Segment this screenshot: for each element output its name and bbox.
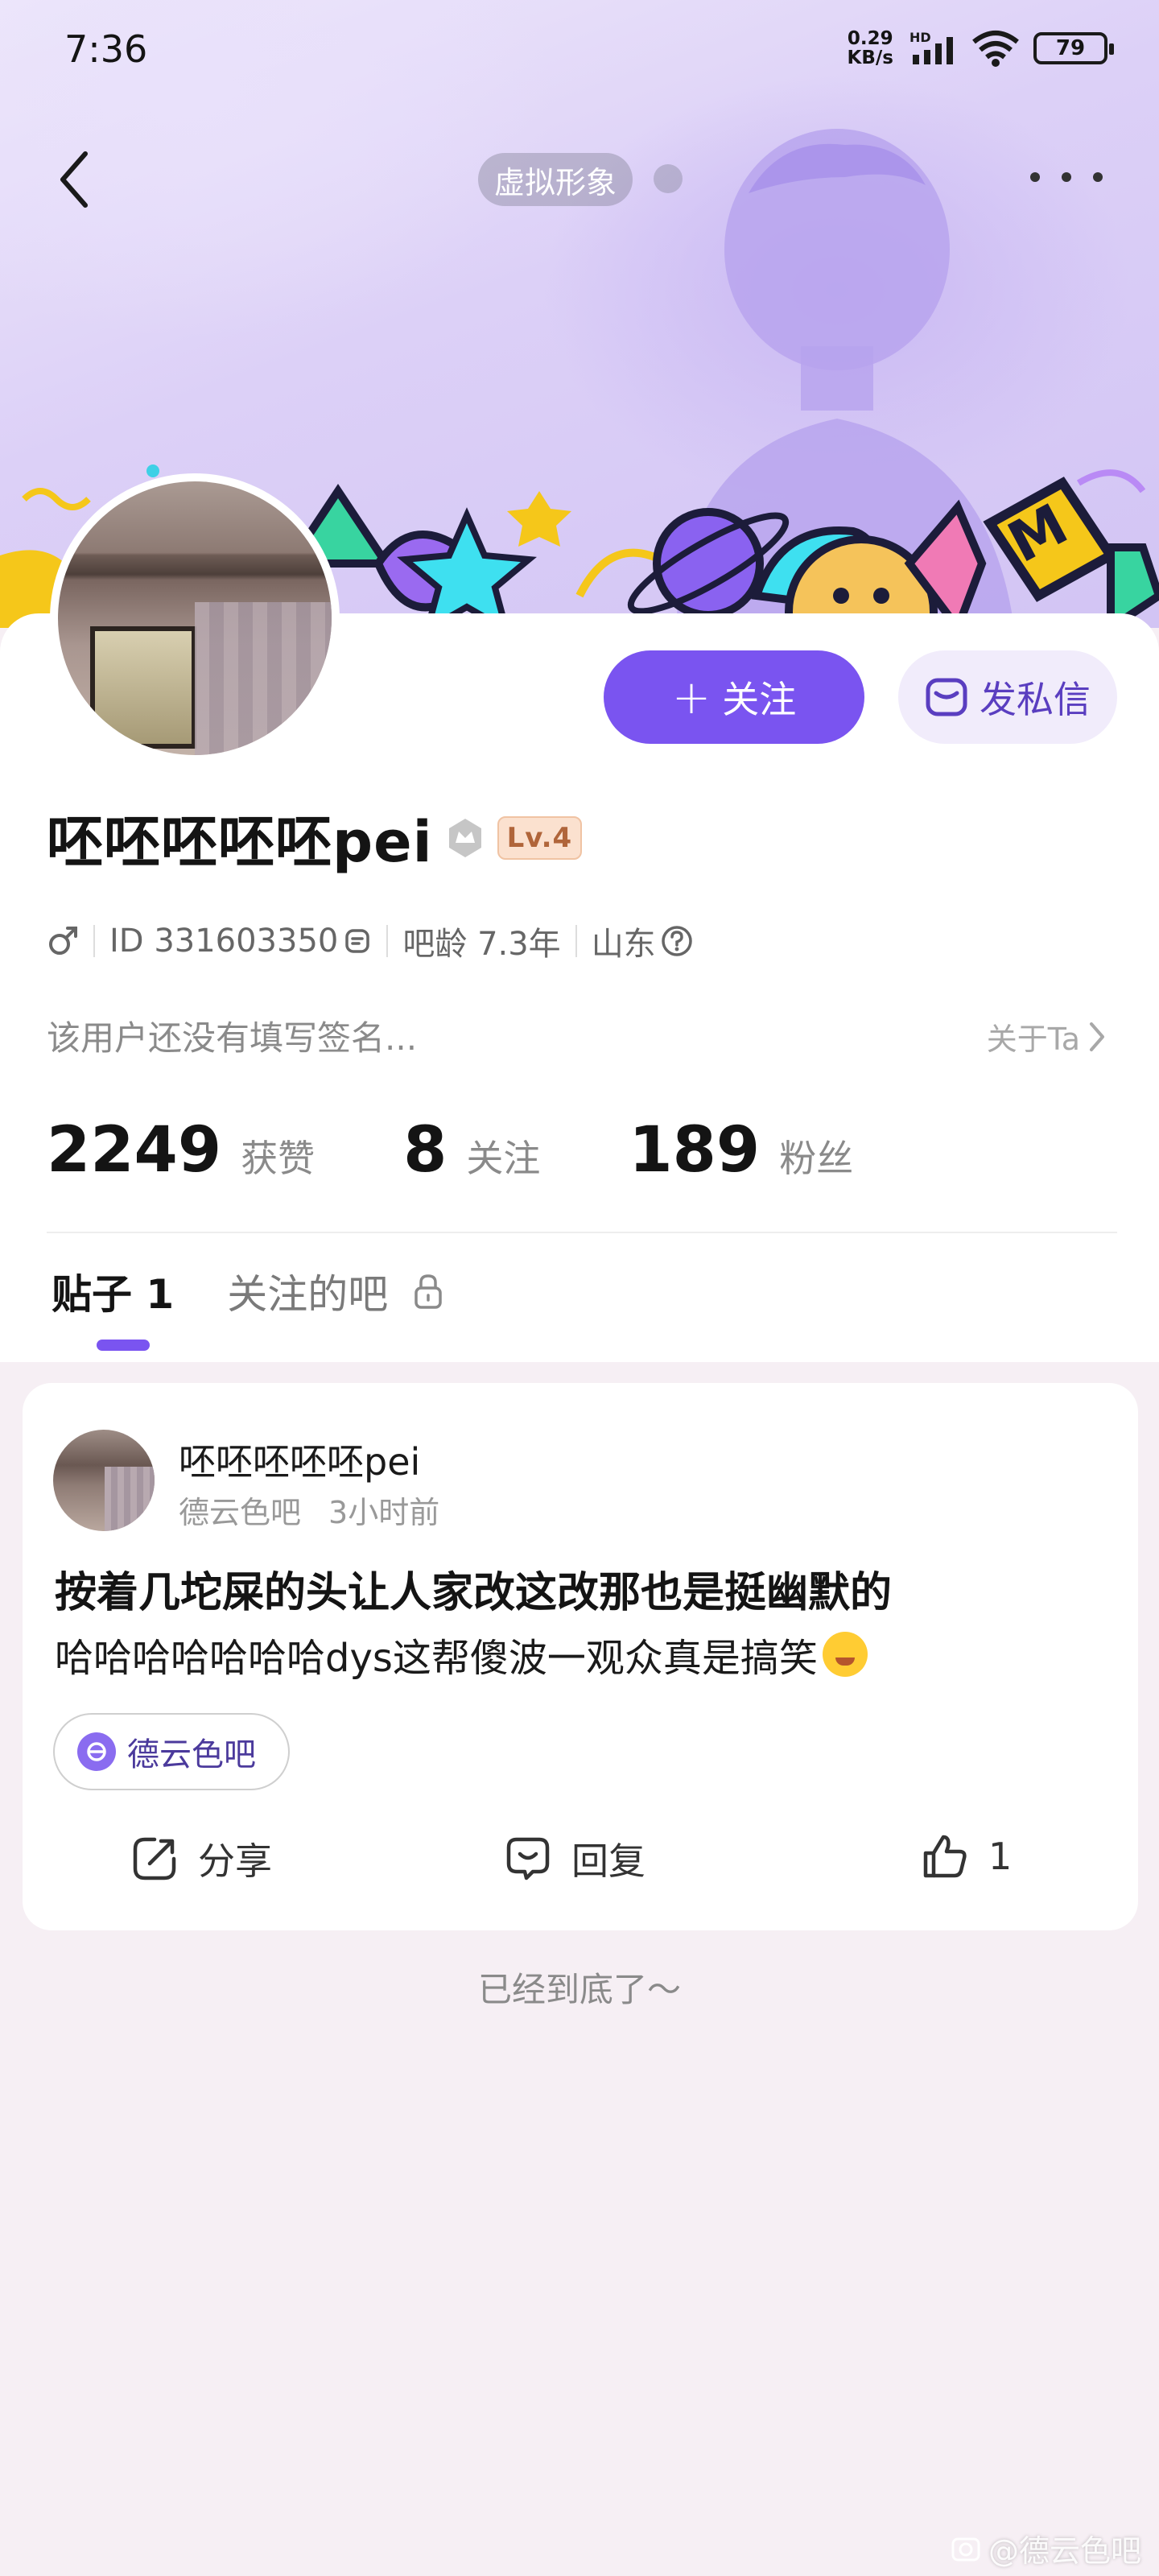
chevron-left-icon <box>60 151 88 208</box>
profile-tabs: 贴子 1 关注的吧 <box>52 1262 497 1320</box>
following-label: 关注 <box>466 1137 541 1180</box>
share-label: 分享 <box>198 1839 272 1883</box>
likes-label: 获赞 <box>241 1137 316 1180</box>
message-label: 发私信 <box>980 678 1091 721</box>
wifi-icon <box>972 31 1019 67</box>
post-author-avatar[interactable] <box>53 1430 155 1531</box>
user-id: ID 331603350 <box>109 923 339 960</box>
about-ta-label: 关于Ta <box>986 1022 1080 1057</box>
post-body: 哈哈哈哈哈哈哈dys这帮傻波一观众真是搞笑 <box>55 1626 868 1682</box>
network-speed: 0.29 KB/s <box>848 29 893 68</box>
post-actions: 分享 回复 1 <box>23 1818 1138 1898</box>
thumbs-up-icon <box>923 1835 967 1878</box>
copy-icon[interactable] <box>343 927 372 956</box>
level-badge: Lv.4 <box>497 815 583 860</box>
chevron-right-icon <box>1090 1022 1104 1051</box>
post-time: 3小时前 <box>328 1495 440 1530</box>
username: 呸呸呸呸呸pei <box>47 809 433 875</box>
laughing-emoji-icon <box>822 1632 868 1677</box>
end-of-list-text: 已经到底了～ <box>477 1970 681 2009</box>
network-speed-unit: KB/s <box>847 47 893 68</box>
likes-count: 2249 <box>47 1114 222 1187</box>
follow-label: 关注 <box>722 678 797 721</box>
tab-followed-forums-label: 关注的吧 <box>227 1271 389 1318</box>
more-dot-icon <box>1093 172 1103 182</box>
watermark: @德云色吧 <box>950 2526 1141 2570</box>
pill-indicator-dot <box>654 164 683 193</box>
battery-indicator: 79 <box>1033 32 1114 64</box>
forum-tag-label: 德云色吧 <box>127 1736 256 1773</box>
post-card[interactable]: 呸呸呸呸呸pei 德云色吧 3小时前 按着几坨屎的头让人家改这改那也是挺幽默的 … <box>23 1383 1138 1930</box>
post-title: 按着几坨屎的头让人家改这改那也是挺幽默的 <box>55 1569 893 1617</box>
profile-avatar[interactable] <box>50 473 340 763</box>
crown-icon <box>448 818 481 857</box>
camera-icon <box>951 2537 980 2561</box>
post-meta: 德云色吧 3小时前 <box>179 1488 439 1532</box>
comment-icon <box>506 1837 550 1880</box>
share-button[interactable]: 分享 <box>130 1832 272 1885</box>
stat-following[interactable]: 8 关注 <box>403 1114 540 1187</box>
fans-label: 粉丝 <box>779 1137 854 1180</box>
private-message-button[interactable]: 发私信 <box>898 650 1117 744</box>
forum-tag-button[interactable]: 德云色吧 <box>53 1713 290 1790</box>
avatar-image <box>58 481 332 755</box>
network-type-label: HD <box>909 31 931 45</box>
stat-fans[interactable]: 189 粉丝 <box>629 1114 853 1187</box>
watermark-text: @德云色吧 <box>988 2533 1141 2569</box>
tab-posts[interactable]: 贴子 1 <box>52 1262 174 1320</box>
profile-meta-row: ID 331603350 吧龄 7.3年 山东 <box>47 918 693 964</box>
virtual-avatar-button[interactable]: 虚拟形象 <box>478 153 633 206</box>
status-icons: 0.29 KB/s HD 79 <box>848 29 1114 68</box>
meta-divider <box>386 925 389 957</box>
active-tab-indicator <box>97 1340 150 1351</box>
back-button[interactable] <box>50 143 98 216</box>
network-speed-value: 0.29 <box>847 28 893 49</box>
tab-followed-forums[interactable]: 关注的吧 <box>227 1262 444 1320</box>
share-icon <box>133 1837 176 1880</box>
about-ta-link[interactable]: 关于Ta <box>987 1014 1106 1059</box>
tieba-age: 吧龄 7.3年 <box>402 926 561 963</box>
like-count: 1 <box>988 1835 1013 1878</box>
profile-stats: 2249 获赞 8 关注 189 粉丝 <box>47 1114 942 1187</box>
forum-logo-icon <box>77 1732 116 1771</box>
male-gender-icon <box>49 927 77 955</box>
help-icon[interactable] <box>661 925 693 957</box>
plus-icon: + <box>671 670 711 724</box>
location: 山东 <box>591 926 656 963</box>
meta-divider <box>575 925 577 957</box>
post-forum-name: 德云色吧 <box>179 1495 302 1530</box>
more-dot-icon <box>1062 172 1071 182</box>
lock-icon <box>415 1274 442 1309</box>
status-time: 7:36 <box>64 27 148 71</box>
reply-label: 回复 <box>571 1839 645 1883</box>
post-body-text: 哈哈哈哈哈哈哈dys这帮傻波一观众真是搞笑 <box>55 1636 818 1681</box>
more-options-button[interactable] <box>1030 161 1103 193</box>
following-count: 8 <box>403 1114 448 1187</box>
status-bar: 7:36 0.29 KB/s HD 79 <box>0 0 1159 105</box>
follow-button[interactable]: + 关注 <box>604 650 864 744</box>
signal-icon: HD <box>909 31 953 64</box>
reply-button[interactable]: 回复 <box>504 1832 645 1885</box>
post-author-name[interactable]: 呸呸呸呸呸pei <box>179 1433 420 1486</box>
section-divider <box>47 1232 1117 1233</box>
stat-likes: 2249 获赞 <box>47 1114 315 1187</box>
signature-text: 该用户还没有填写签名... <box>47 1018 418 1058</box>
fans-count: 189 <box>629 1114 761 1187</box>
like-button[interactable]: 1 <box>921 1832 1012 1880</box>
meta-divider <box>93 925 95 957</box>
mail-icon <box>926 678 967 716</box>
username-row: 呸呸呸呸呸pei Lv.4 <box>47 797 583 878</box>
more-dot-icon <box>1030 172 1040 182</box>
